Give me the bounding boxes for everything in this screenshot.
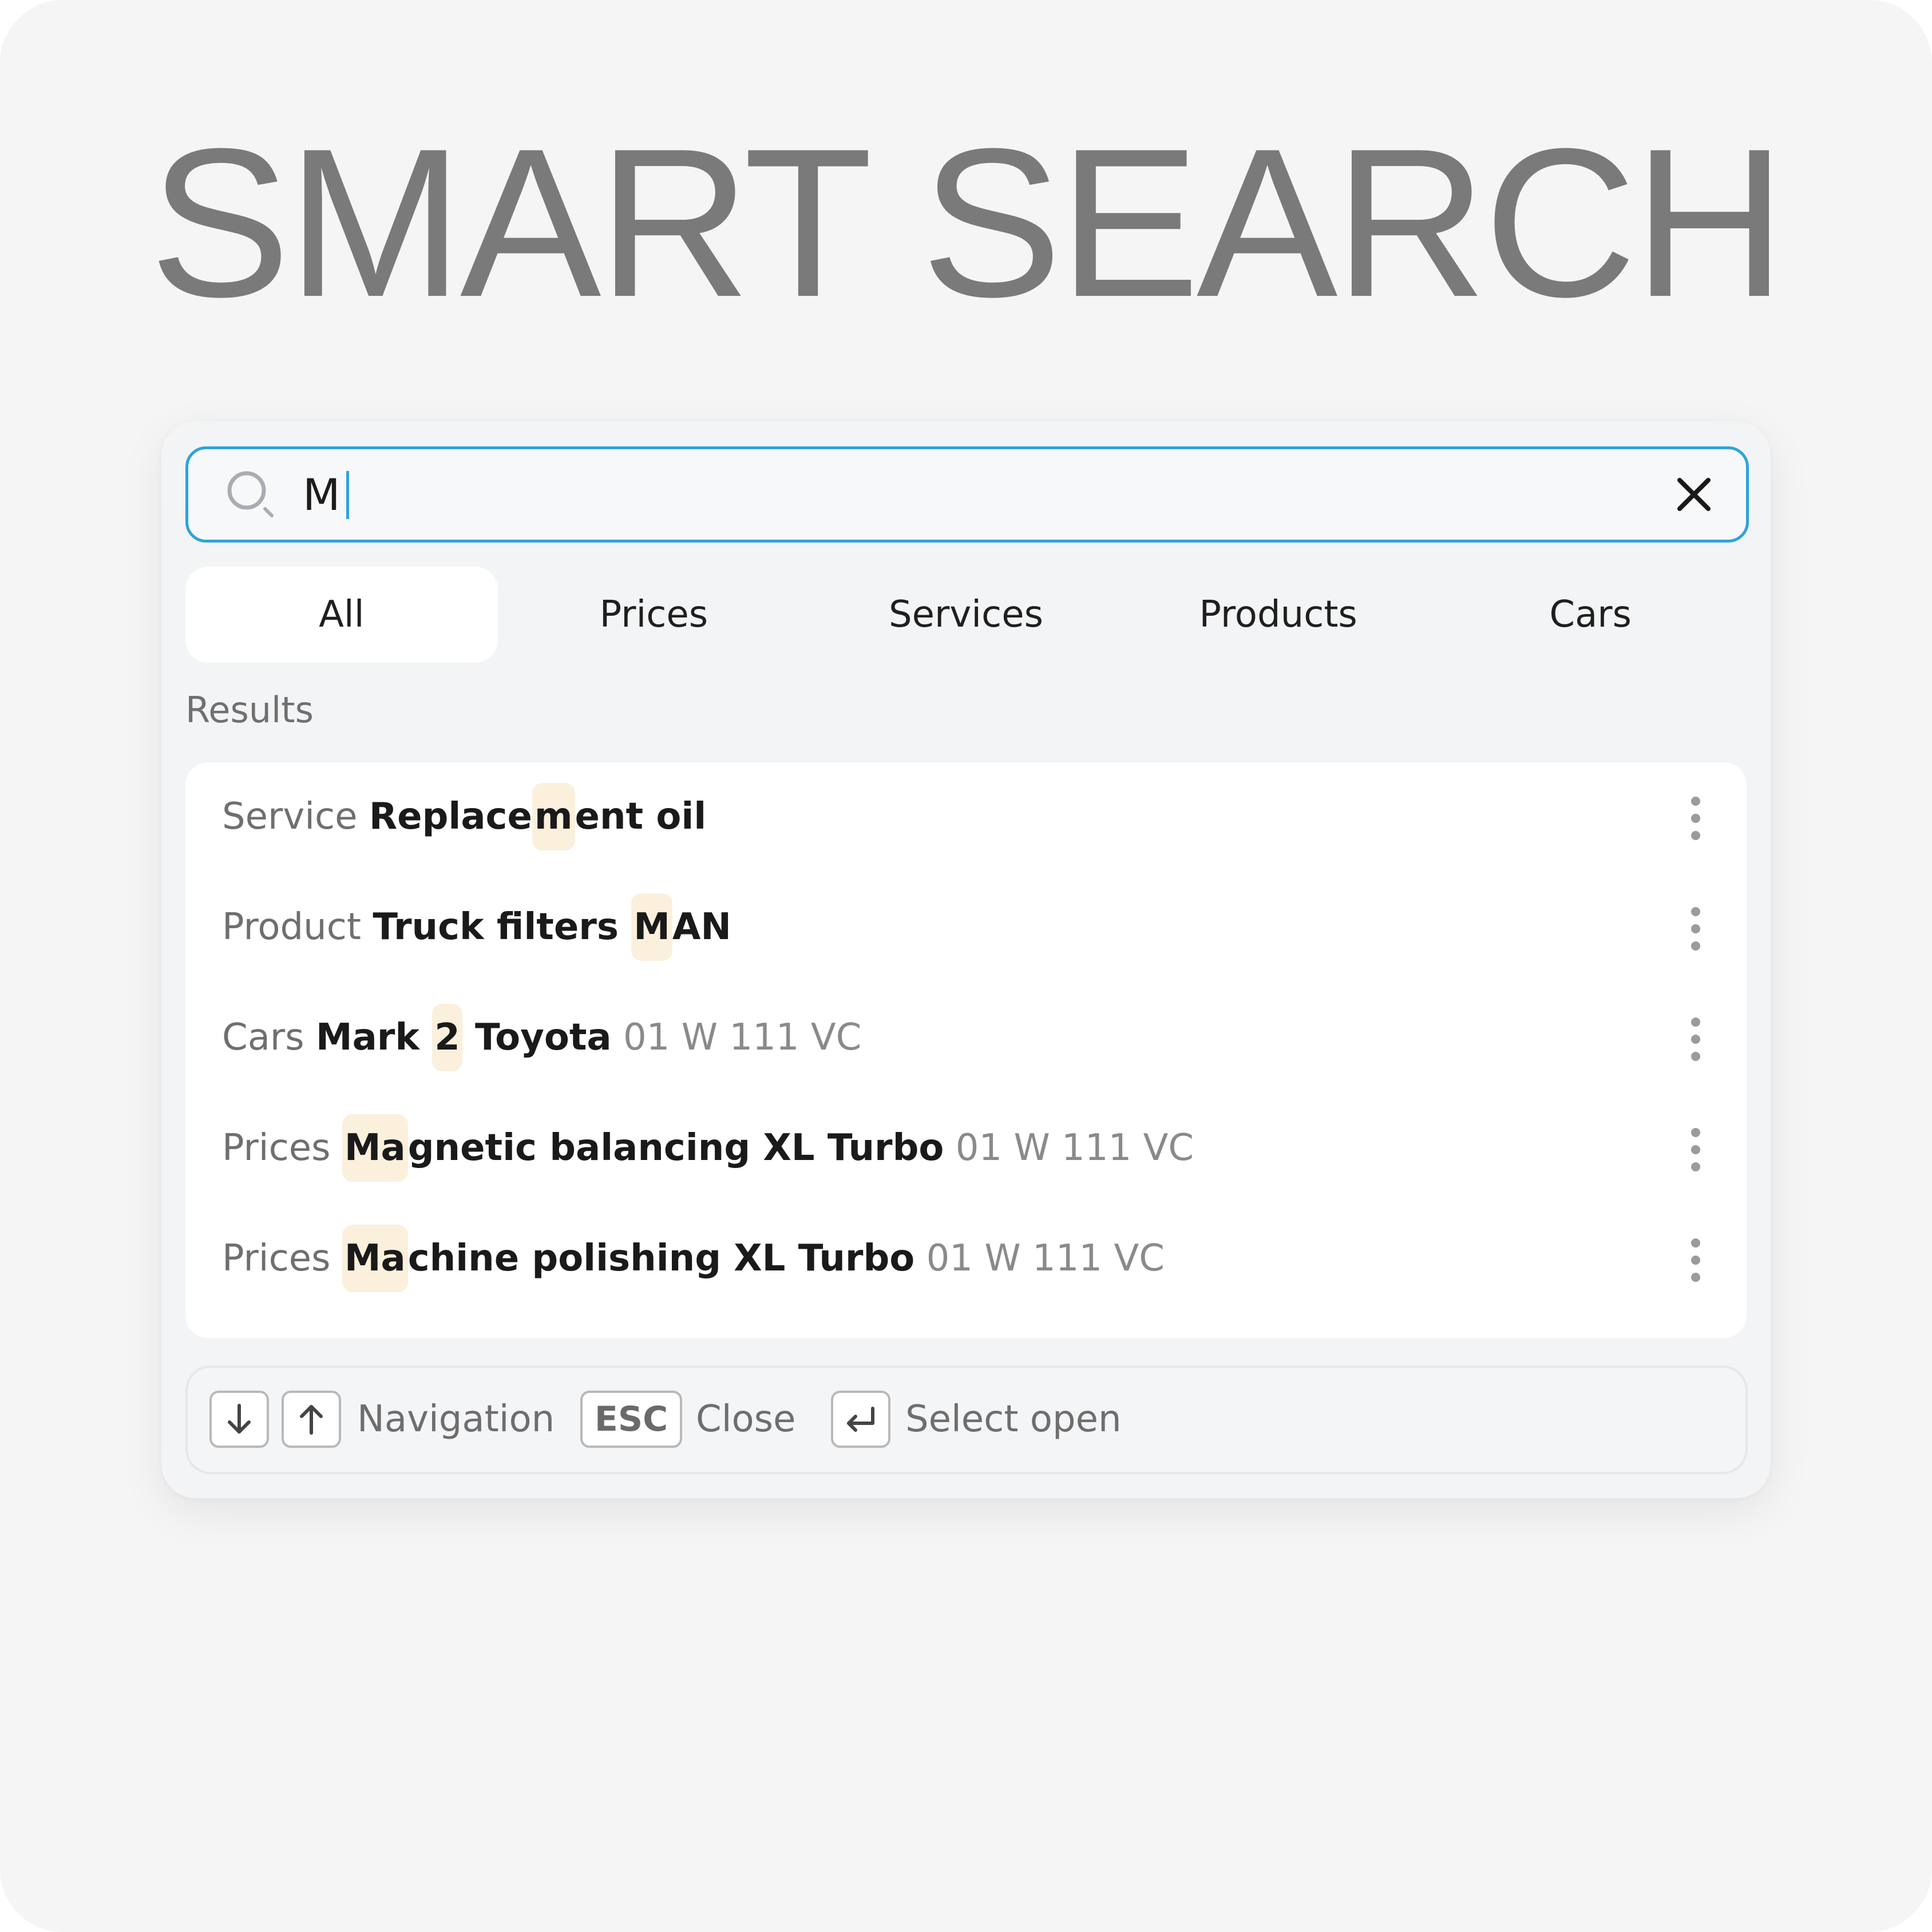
filter-tabs: All Prices Services Products Cars <box>185 567 1747 663</box>
result-name: Truck filters MAN <box>373 893 731 961</box>
result-text: Product Truck filters MAN <box>222 893 731 961</box>
match-highlight: m <box>532 783 575 850</box>
result-name: Magnetic balancing XL Turbo <box>342 1114 944 1182</box>
result-name-part: Mark <box>315 1016 433 1059</box>
arrow-up-icon <box>300 1405 323 1435</box>
match-highlight: Ma <box>342 1114 408 1182</box>
search-panel: M All Prices Services Products Cars Resu… <box>161 421 1771 1498</box>
more-vertical-icon[interactable] <box>1685 907 1708 951</box>
hero-title: SMART SEARCH <box>149 105 1786 341</box>
search-icon <box>227 471 274 517</box>
tab-services[interactable]: Services <box>810 567 1122 663</box>
list-item[interactable]: Service Replacement oil <box>185 762 1747 873</box>
more-vertical-icon[interactable] <box>1685 1018 1708 1061</box>
navigation-label: Navigation <box>357 1398 555 1440</box>
result-name-part: Toyota <box>462 1016 612 1059</box>
tab-all[interactable]: All <box>185 567 498 663</box>
tab-products[interactable]: Products <box>1122 567 1435 663</box>
result-name: Replacement oil <box>369 783 706 850</box>
page-background: SMART SEARCH M All Prices Services Produ… <box>0 0 1932 1932</box>
more-vertical-icon[interactable] <box>1685 797 1708 840</box>
search-query[interactable]: M <box>303 466 349 524</box>
result-name-part: ent oil <box>575 795 707 838</box>
search-input[interactable]: M <box>185 446 1749 543</box>
list-item[interactable]: Prices Magnetic balancing XL Turbo 01 W … <box>185 1094 1747 1204</box>
arrow-down-key <box>209 1391 269 1448</box>
close-label: Close <box>696 1398 796 1440</box>
result-text: Prices Magnetic balancing XL Turbo 01 W … <box>222 1114 1194 1182</box>
close-icon[interactable] <box>1675 476 1713 513</box>
result-meta: 01 W 111 VC <box>955 1127 1194 1169</box>
match-highlight: Ma <box>342 1225 408 1292</box>
result-type: Product <box>222 906 361 948</box>
more-vertical-icon[interactable] <box>1685 1238 1708 1282</box>
result-type: Service <box>222 795 358 838</box>
list-item[interactable]: Product Truck filters MAN <box>185 873 1747 983</box>
tab-prices[interactable]: Prices <box>498 567 810 663</box>
enter-key <box>831 1391 890 1448</box>
more-vertical-icon[interactable] <box>1685 1128 1708 1171</box>
result-name-part: Replace <box>369 795 532 838</box>
arrow-up-key <box>282 1391 341 1448</box>
result-meta: 01 W 111 VC <box>623 1016 862 1059</box>
result-meta: 01 W 111 VC <box>926 1237 1165 1280</box>
result-name-part: AN <box>672 906 731 948</box>
keyboard-hints: Navigation ESC Close Select open <box>185 1365 1748 1474</box>
result-type: Prices <box>222 1127 331 1169</box>
enter-icon <box>847 1407 874 1432</box>
list-item[interactable]: Cars Mark 2 Toyota 01 W 111 VC <box>185 983 1747 1094</box>
search-query-text: M <box>303 469 341 520</box>
result-name: Machine polishing XL Turbo <box>342 1225 914 1292</box>
result-text: Cars Mark 2 Toyota 01 W 111 VC <box>222 1004 862 1071</box>
results-heading: Results <box>185 689 314 731</box>
match-highlight: 2 <box>432 1004 462 1071</box>
tab-cars[interactable]: Cars <box>1434 567 1747 663</box>
select-open-label: Select open <box>905 1398 1122 1440</box>
list-item[interactable]: Prices Machine polishing XL Turbo 01 W 1… <box>185 1204 1747 1315</box>
results-list: Service Replacement oil Product Truck fi… <box>185 762 1747 1338</box>
esc-key-label: ESC <box>594 1399 668 1439</box>
result-type: Cars <box>222 1016 304 1059</box>
esc-key: ESC <box>580 1391 682 1448</box>
result-text: Service Replacement oil <box>222 783 706 850</box>
result-name-part: chine polishing XL Turbo <box>407 1237 915 1280</box>
result-type: Prices <box>222 1237 331 1280</box>
result-name-part: gnetic balancing XL Turbo <box>407 1127 944 1169</box>
result-text: Prices Machine polishing XL Turbo 01 W 1… <box>222 1225 1165 1292</box>
result-name-part: Truck filters <box>373 906 632 948</box>
match-highlight: M <box>631 893 672 961</box>
arrow-down-icon <box>228 1404 251 1434</box>
result-name: Mark 2 Toyota <box>316 1004 612 1071</box>
text-caret <box>346 471 349 519</box>
